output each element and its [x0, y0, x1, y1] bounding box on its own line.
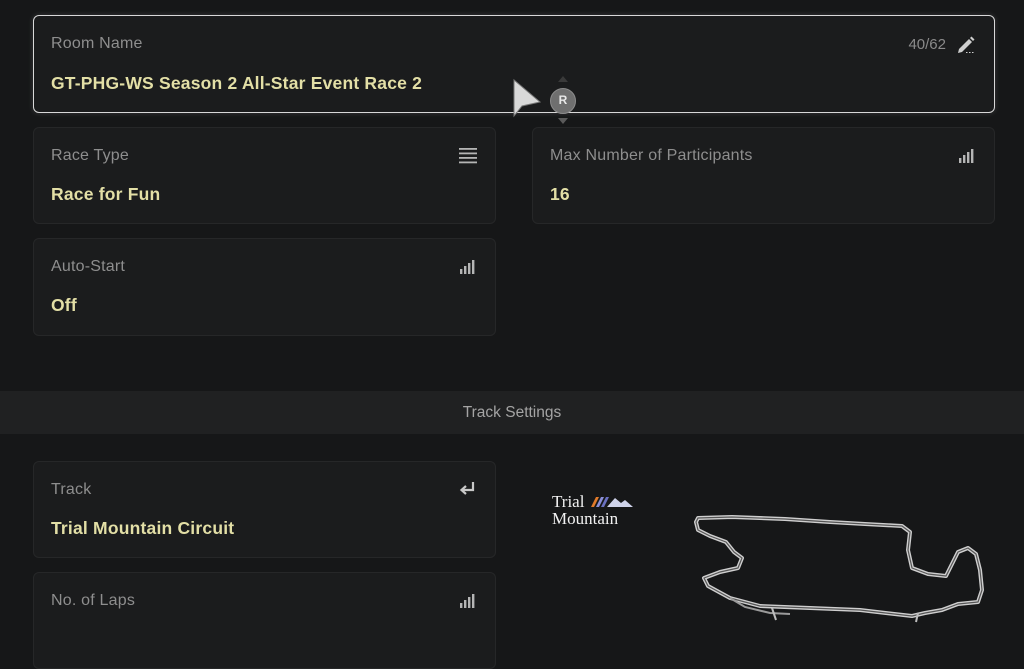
- bars-icon: [458, 257, 478, 275]
- track-settings-header: Track Settings: [0, 391, 1024, 434]
- bars-icon: [458, 591, 478, 609]
- enter-icon: [458, 480, 478, 498]
- auto-start-label: Auto-Start: [51, 258, 126, 275]
- bars-icon: [957, 146, 977, 164]
- laps-label: No. of Laps: [51, 592, 136, 609]
- track-settings-title: Track Settings: [462, 404, 562, 421]
- race-type-label: Race Type: [51, 147, 129, 164]
- track-value: Trial Mountain Circuit: [51, 518, 235, 538]
- logo-mark-icon: [590, 497, 633, 507]
- scroll-down-indicator-icon: [558, 118, 568, 124]
- laps-field[interactable]: No. of Laps: [33, 572, 496, 669]
- scroll-up-indicator-icon: [558, 76, 568, 82]
- room-name-value: GT-PHG-WS Season 2 All-Star Event Race 2: [51, 73, 423, 93]
- r-button-hint: R: [550, 88, 576, 114]
- pointer-cursor-icon: [513, 78, 542, 118]
- max-participants-field[interactable]: Max Number of Participants 16: [532, 127, 995, 224]
- logo-line2: Mountain: [552, 509, 619, 528]
- list-icon: [458, 146, 478, 164]
- track-logo: Trial Mountain: [552, 493, 635, 528]
- max-participants-label: Max Number of Participants: [550, 147, 753, 164]
- track-label: Track: [51, 481, 92, 498]
- pencil-icon[interactable]: [956, 35, 976, 53]
- track-map: [694, 515, 984, 623]
- room-name-label: Room Name: [51, 35, 143, 52]
- race-type-field[interactable]: Race Type Race for Fun: [33, 127, 496, 224]
- max-participants-value: 16: [550, 184, 570, 204]
- auto-start-field[interactable]: Auto-Start Off: [33, 238, 496, 336]
- race-type-value: Race for Fun: [51, 184, 161, 204]
- auto-start-value: Off: [51, 295, 77, 315]
- track-field[interactable]: Track Trial Mountain Circuit: [33, 461, 496, 558]
- character-counter: 40/62: [908, 36, 946, 53]
